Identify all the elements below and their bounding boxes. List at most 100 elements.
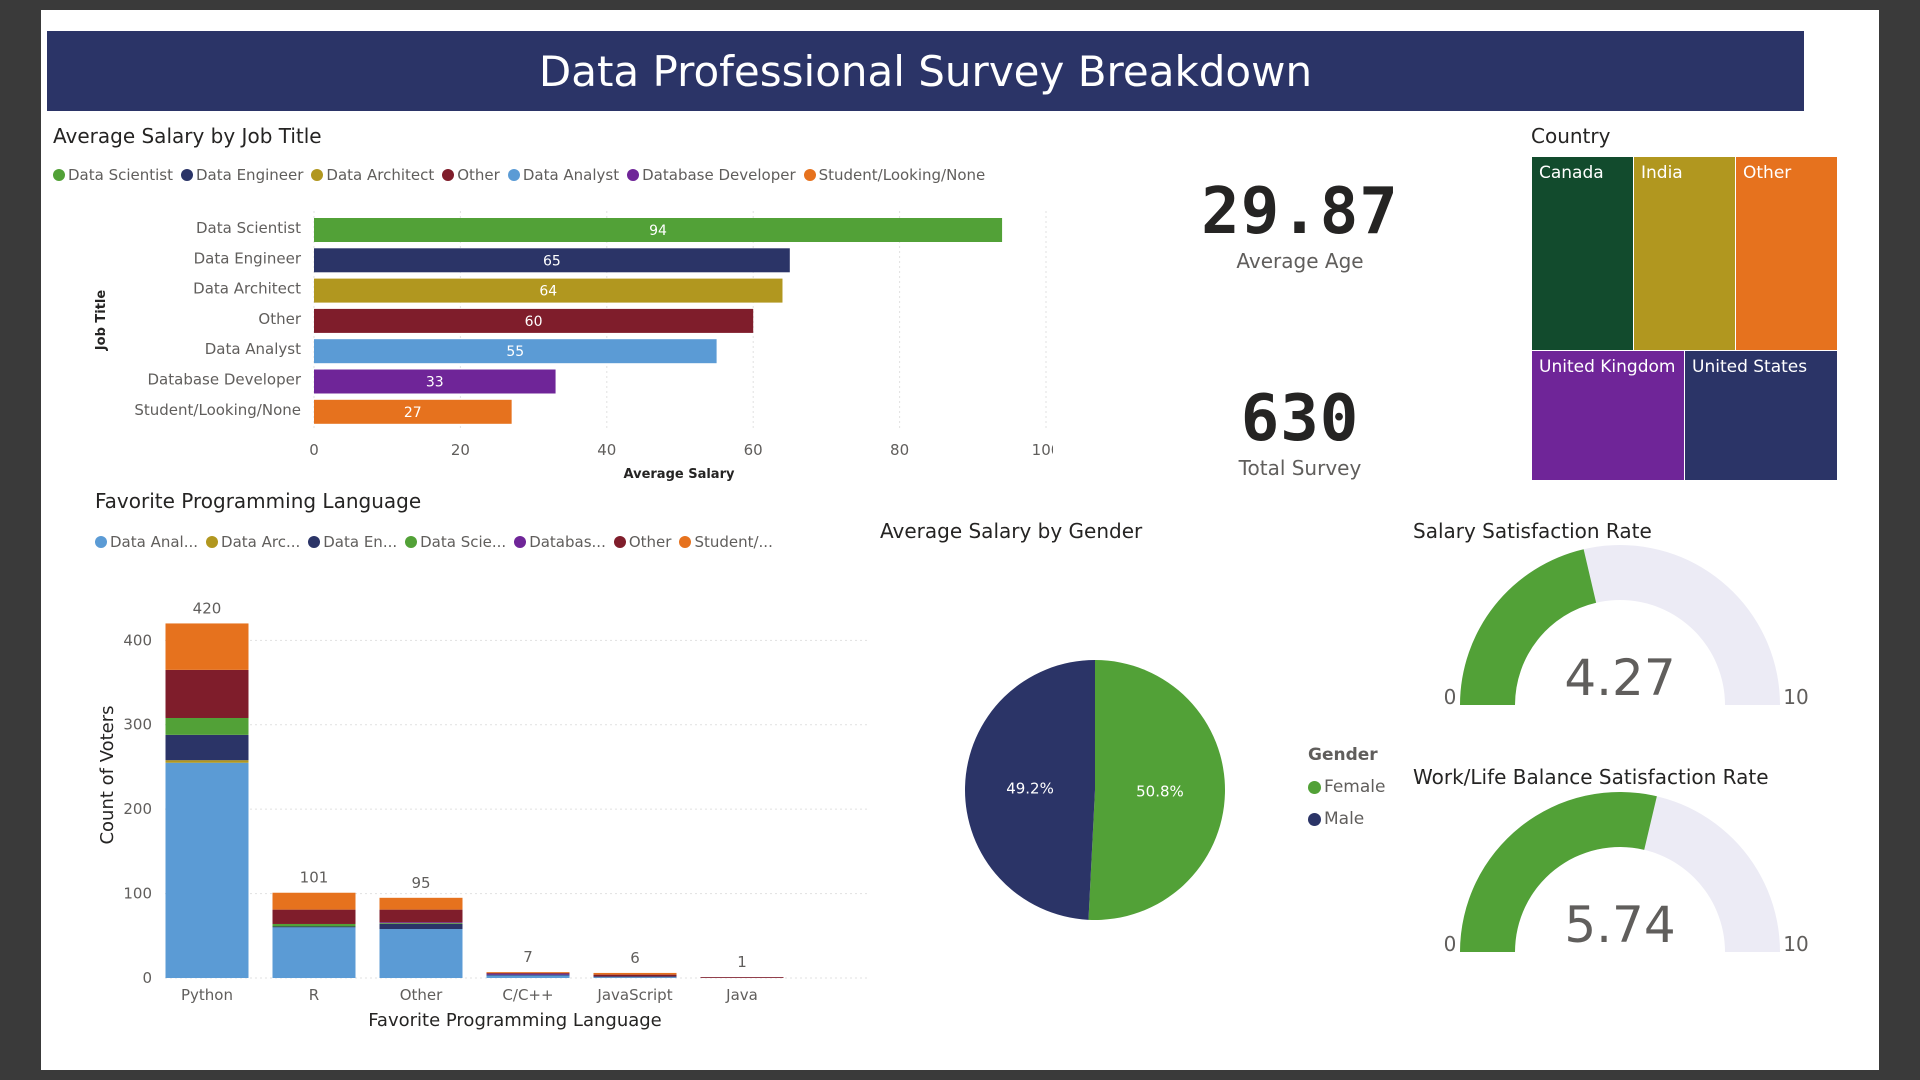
x-category-label: Python [181, 986, 233, 1004]
favorite-language-chart[interactable]: 0 100 200 300 400 420 Python 101 R 95 Other 7 C/C++ 6… [90, 575, 880, 1040]
gender-legend-male[interactable]: Male [1308, 809, 1385, 829]
bar-segment[interactable] [272, 923, 356, 927]
treemap-label: United Kingdom [1539, 357, 1676, 377]
bar-segment[interactable] [593, 977, 677, 978]
x-tick-label: 0 [309, 441, 319, 459]
treemap-cell-united-states[interactable]: United States [1684, 350, 1838, 481]
legend-item[interactable]: Data En... [308, 533, 397, 551]
legend-item[interactable]: Data Scientist [53, 166, 173, 184]
legend-item[interactable]: Student/... [679, 533, 773, 551]
treemap-cell-united-kingdom[interactable]: United Kingdom [1531, 350, 1685, 481]
bar-segment[interactable] [486, 972, 570, 973]
bar-segment[interactable] [486, 972, 570, 974]
treemap-cell-other[interactable]: Other [1735, 156, 1838, 351]
bar-segment[interactable] [486, 974, 570, 976]
gender-heading: Average Salary by Gender [880, 519, 1143, 543]
bar-segment[interactable] [379, 923, 463, 924]
bar-segment[interactable] [272, 909, 356, 924]
legend-item[interactable]: Data Engineer [181, 166, 303, 184]
bar-segment[interactable] [700, 977, 784, 978]
treemap-cell-canada[interactable]: Canada [1531, 156, 1634, 351]
bar-segment[interactable] [593, 974, 677, 977]
country-treemap[interactable]: Canada India Other United Kingdom United… [1531, 156, 1838, 481]
bar-segment[interactable] [379, 922, 463, 924]
y-tick-label: 100 [123, 885, 152, 903]
bar-segment[interactable] [165, 623, 249, 670]
legend-label: Student/... [694, 533, 773, 551]
bar-segment[interactable] [379, 929, 463, 978]
bar-segment[interactable] [486, 975, 570, 978]
bar-segment[interactable] [593, 976, 677, 978]
legend-item[interactable]: Data Scie... [405, 533, 506, 551]
y-tick-label: 400 [123, 631, 152, 649]
legend-label: Male [1324, 809, 1365, 829]
total-survey-label: Total Survey [1238, 456, 1362, 480]
data-label: 55 [506, 344, 524, 360]
legend-item[interactable]: Data Arc... [206, 533, 300, 551]
bar-segment[interactable] [165, 734, 249, 761]
bar-segment[interactable] [272, 892, 356, 910]
bar-segment[interactable] [165, 717, 249, 735]
legend-item[interactable]: Data Analyst [507, 166, 619, 184]
gender-legend-female[interactable]: Female [1308, 777, 1385, 797]
gender-pie-chart[interactable]: 50.8% 49.2% [955, 655, 1235, 935]
pie-data-label: 50.8% [1136, 783, 1184, 801]
bar-segment[interactable] [593, 972, 677, 975]
legend-label: Data Scientist [68, 166, 173, 184]
legend-item[interactable]: Other [613, 533, 672, 551]
legend-label: Other [628, 533, 672, 551]
worklife-satisfaction-gauge[interactable]: 5.74 0 10 [1420, 792, 1820, 962]
y-category-label: Data Engineer [194, 249, 302, 267]
y-tick-label: 0 [142, 969, 152, 987]
legend-dot [308, 536, 321, 548]
data-label: 33 [426, 375, 444, 391]
bar-segment[interactable] [165, 762, 249, 978]
legend-label: Other [457, 166, 500, 184]
data-label: 94 [649, 223, 667, 239]
favorite-language-heading: Favorite Programming Language [95, 489, 422, 513]
salary-satisfaction-heading: Salary Satisfaction Rate [1413, 519, 1652, 543]
legend-label: Databas... [529, 533, 606, 551]
legend-dot [1308, 812, 1321, 826]
legend-item[interactable]: Databas... [514, 533, 606, 551]
bar-segment[interactable] [165, 760, 249, 763]
y-tick-label: 300 [123, 716, 152, 734]
average-age-label: Average Age [1236, 249, 1364, 273]
total-label: 6 [630, 949, 640, 967]
salary-by-title-legend: Data Scientist Data Engineer Data Architec… [53, 166, 993, 184]
legend-item[interactable]: Data Architect [311, 166, 434, 184]
bar-segment[interactable] [379, 897, 463, 910]
gauge-max-label: 10 [1783, 932, 1808, 956]
x-tick-label: 80 [890, 441, 909, 459]
bar-segment[interactable] [272, 927, 356, 978]
legend-item[interactable]: Student/Looking/None [803, 166, 985, 184]
legend-label: Data Scie... [420, 533, 507, 551]
legend-item[interactable]: Data Anal... [95, 533, 198, 551]
total-label: 420 [193, 599, 222, 617]
legend-dot [514, 536, 527, 548]
salary-satisfaction-gauge[interactable]: 4.27 0 10 [1420, 545, 1820, 715]
legend-dot [442, 169, 455, 181]
legend-dot [53, 169, 65, 181]
legend-item[interactable]: Database Developer [627, 166, 796, 184]
favorite-language-legend: Data Anal... Data Arc... Data En... Data Sc… [95, 533, 781, 551]
gender-legend-title: Gender [1308, 745, 1378, 765]
bar-segment[interactable] [272, 926, 356, 928]
y-category-label: Student/Looking/None [134, 401, 301, 419]
bar-segment[interactable] [486, 973, 570, 975]
y-category-label: Data Analyst [205, 340, 301, 358]
y-category-label: Data Scientist [196, 219, 301, 237]
bar-segment[interactable] [379, 909, 463, 923]
country-heading: Country [1531, 124, 1611, 148]
gauge-max-label: 10 [1783, 685, 1808, 709]
data-label: 64 [539, 284, 557, 300]
x-category-label: JavaScript [596, 986, 672, 1004]
salary-by-title-chart[interactable]: 0 20 40 60 80 100 Data Scientist 94 Data Enginee… [53, 196, 1053, 486]
bar-segment[interactable] [379, 923, 463, 930]
treemap-cell-india[interactable]: India [1633, 156, 1736, 351]
bar-segment[interactable] [165, 669, 249, 718]
total-label: 101 [300, 869, 329, 887]
total-label: 1 [737, 953, 747, 971]
legend-item[interactable]: Other [442, 166, 500, 184]
y-axis-title: Job Title [94, 290, 109, 352]
